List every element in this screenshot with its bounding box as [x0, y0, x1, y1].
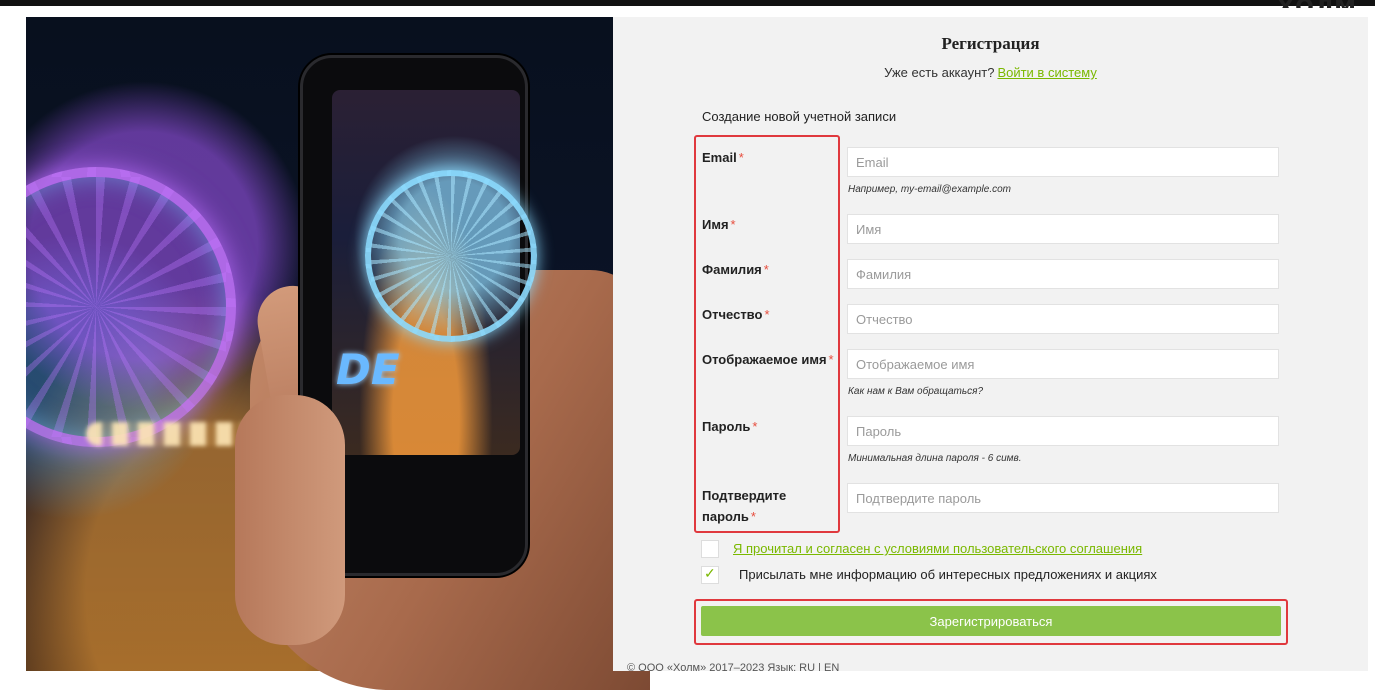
site-logo[interactable]: ХОЛМ	[1277, 0, 1357, 8]
last-name-label-text: Фамилия	[702, 262, 762, 277]
required-mark: *	[738, 150, 744, 165]
ferris-wheel-background	[26, 167, 236, 447]
top-bar	[0, 0, 1375, 6]
password-hint: Минимальная длина пароля - 6 симв.	[848, 453, 1022, 464]
display-name-hint: Как нам к Вам обращаться?	[848, 386, 984, 397]
email-label-text: Email	[702, 150, 737, 165]
required-mark: *	[752, 419, 758, 434]
display-name-field[interactable]	[847, 349, 1279, 379]
register-button[interactable]: Зарегистрироваться	[701, 606, 1281, 636]
required-mark: *	[764, 307, 770, 322]
confirm-password-label-line1: Подтвердите	[702, 488, 787, 503]
password-label-text: Пароль	[702, 419, 751, 434]
newsletter-label: Присылать мне информацию об интересных п…	[739, 567, 1157, 582]
required-mark: *	[750, 509, 756, 524]
patronymic-label: Отчество *	[702, 307, 770, 322]
confirm-password-label-line2: пароль	[702, 509, 749, 524]
required-mark: *	[828, 352, 834, 367]
fingers	[235, 395, 345, 645]
section-title: Создание новой учетной записи	[702, 109, 897, 124]
password-label: Пароль *	[702, 419, 757, 434]
has-account-text: Уже есть аккаунт?	[884, 65, 995, 80]
newsletter-checkbox[interactable]	[701, 565, 719, 584]
login-prompt: Уже есть аккаунт? Войти в систему	[613, 65, 1368, 80]
confirm-password-field[interactable]	[847, 483, 1279, 513]
first-name-label: Имя *	[702, 217, 736, 232]
email-hint: Например, my-email@example.com	[848, 184, 1012, 195]
email-field[interactable]	[847, 147, 1279, 177]
display-name-label-text: Отображаемое имя	[702, 352, 827, 367]
first-name-field[interactable]	[847, 214, 1279, 244]
footer: © ООО «Холм» 2017–2023 Язык: RU | EN	[627, 662, 840, 671]
required-mark: *	[730, 217, 736, 232]
patronymic-field[interactable]	[847, 304, 1279, 334]
screen-sign: DE	[336, 345, 400, 394]
last-name-label: Фамилия *	[702, 262, 769, 277]
password-field[interactable]	[847, 416, 1279, 446]
required-mark: *	[763, 262, 769, 277]
agreement-checkbox[interactable]	[701, 540, 719, 558]
confirm-password-label: Подтвердите пароль *	[702, 485, 786, 527]
agreement-link[interactable]: Я прочитал и согласен с условиями пользо…	[733, 541, 1142, 556]
first-name-label-text: Имя	[702, 217, 729, 232]
display-name-label: Отображаемое имя *	[702, 352, 834, 367]
email-label: Email *	[702, 150, 744, 165]
page-title: Регистрация	[941, 34, 1040, 53]
login-link[interactable]: Войти в систему	[997, 65, 1096, 80]
ferris-wheel-on-screen	[365, 170, 537, 342]
patronymic-label-text: Отчество	[702, 307, 763, 322]
last-name-field[interactable]	[847, 259, 1279, 289]
